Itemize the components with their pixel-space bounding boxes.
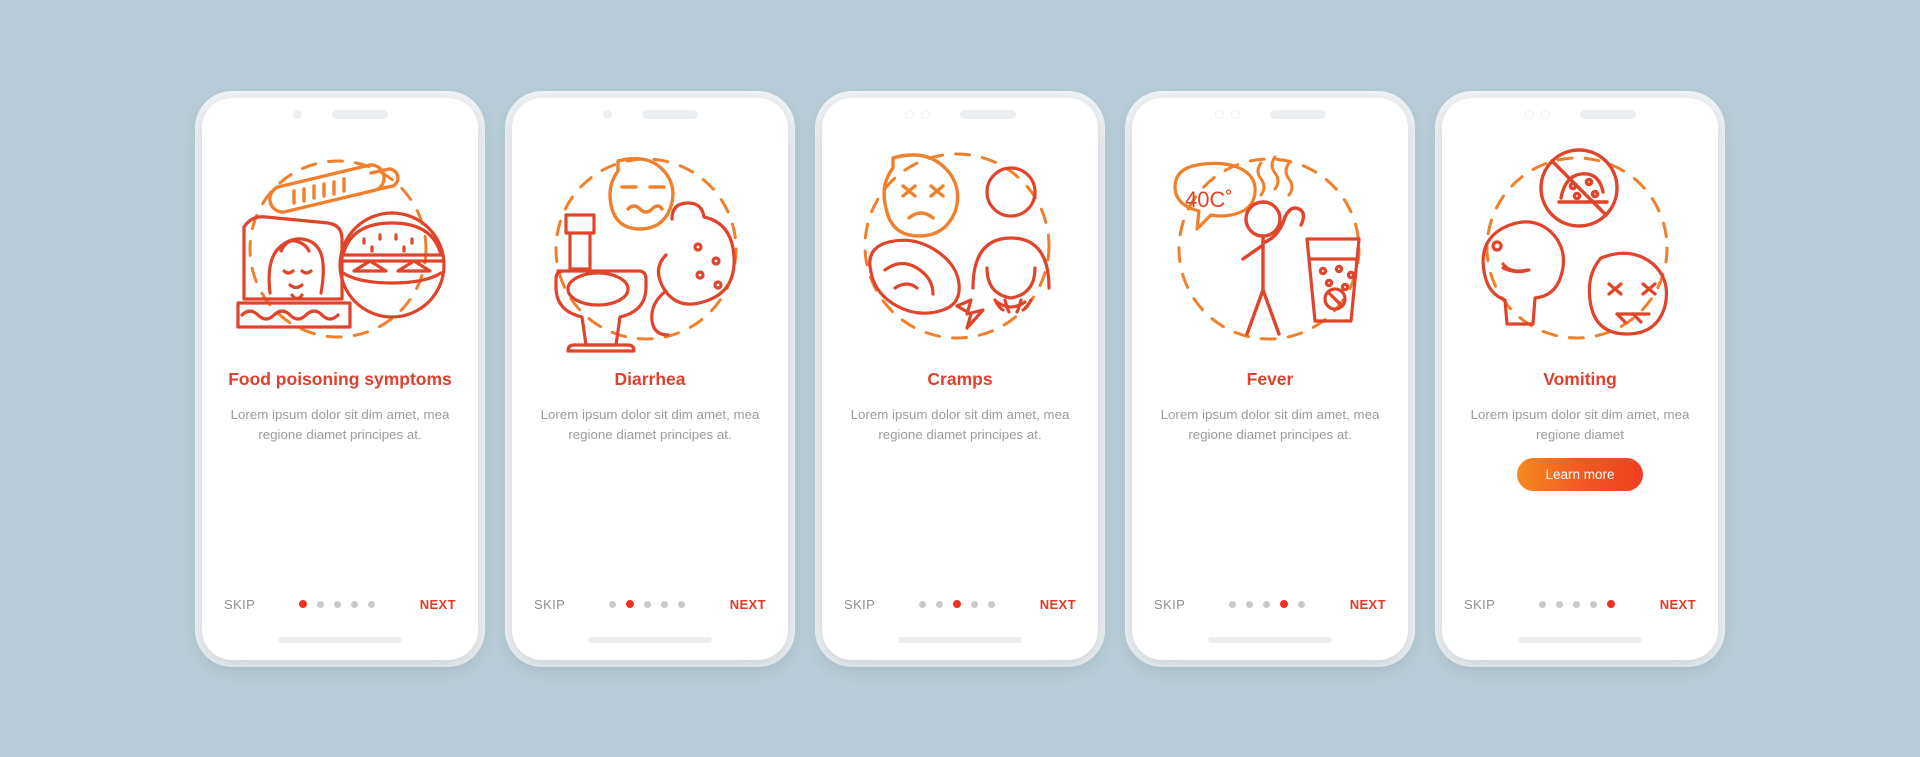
onboarding-screen-diarrhea: Diarrhea Lorem ipsum dolor sit dim amet,… — [512, 97, 788, 660]
onboarding-navigation: SKIP NEXT — [512, 597, 788, 620]
pagination-dot-1[interactable] — [609, 600, 617, 608]
pagination-dot-1[interactable] — [299, 600, 308, 608]
pagination-dot-5[interactable] — [678, 600, 686, 608]
home-indicator — [588, 636, 712, 643]
learn-more-button[interactable]: Learn more — [1517, 457, 1643, 491]
sad-face-person-holding-belly-intestine-icon — [822, 132, 1098, 364]
screen-description: Lorem ipsum dolor sit dim amet, mea regi… — [540, 406, 760, 443]
pagination-dot-2[interactable] — [936, 600, 944, 608]
pagination-dot-5[interactable] — [368, 600, 376, 608]
status-bar — [512, 98, 788, 132]
pagination-dot-1[interactable] — [919, 600, 927, 608]
status-bar — [1132, 98, 1408, 132]
status-bar — [1442, 98, 1718, 132]
onboarding-screen-fever: 40C˚ Fever Lorem ipsum dolor sit dim ame… — [1132, 97, 1408, 660]
sensor-ring-icon — [1540, 110, 1550, 119]
pagination-dots — [1539, 600, 1616, 608]
pagination-dots — [1229, 600, 1306, 608]
no-food-sign-vomiting-head-sick-face-icon — [1442, 132, 1718, 364]
skip-button[interactable]: SKIP — [844, 597, 875, 612]
onboarding-navigation: SKIP NEXT — [1442, 597, 1718, 620]
pagination-dot-2[interactable] — [626, 600, 635, 608]
status-bar-pill — [331, 110, 388, 119]
home-indicator-wrapper — [512, 620, 788, 660]
pagination-dot-5[interactable] — [1607, 600, 1616, 608]
screen-description: Lorem ipsum dolor sit dim amet, mea regi… — [1470, 406, 1690, 443]
status-bar-pill — [1269, 110, 1326, 119]
next-button[interactable]: NEXT — [1350, 597, 1386, 612]
screen-description: Lorem ipsum dolor sit dim amet, mea regi… — [850, 406, 1070, 443]
next-button[interactable]: NEXT — [1660, 597, 1696, 612]
skip-button[interactable]: SKIP — [1154, 597, 1185, 612]
sensor-ring-icon — [1230, 110, 1240, 119]
skip-button[interactable]: SKIP — [1464, 597, 1495, 612]
home-indicator — [278, 636, 402, 643]
home-indicator-wrapper — [1132, 620, 1408, 660]
pagination-dot-4[interactable] — [1590, 600, 1598, 608]
pagination-dot-4[interactable] — [971, 600, 979, 608]
pagination-dot-3[interactable] — [644, 600, 652, 608]
fever-bubble-label: 40C˚ — [1185, 187, 1233, 212]
skip-button[interactable]: SKIP — [534, 597, 565, 612]
skip-button[interactable]: SKIP — [224, 597, 255, 612]
person-with-40c-speech-bubble-and-hot-drink-icon: 40C˚ — [1132, 132, 1408, 364]
pagination-dot-3[interactable] — [1573, 600, 1581, 608]
cta-wrapper: Learn more — [1442, 457, 1718, 491]
camera-ring-icon — [1524, 110, 1534, 119]
screen-title: Fever — [1246, 368, 1294, 389]
screen-title: Vomiting — [1543, 368, 1617, 389]
home-indicator — [898, 636, 1022, 643]
onboarding-screen-food-poisoning-symptoms: Food poisoning symptoms Lorem ipsum dolo… — [202, 97, 478, 660]
home-indicator — [1208, 636, 1332, 643]
home-indicator — [1518, 636, 1642, 643]
pagination-dot-2[interactable] — [1556, 600, 1564, 608]
pagination-dot-3[interactable] — [1263, 600, 1271, 608]
pagination-dot-2[interactable] — [317, 600, 325, 608]
status-bar — [202, 98, 478, 132]
onboarding-navigation: SKIP NEXT — [202, 597, 478, 620]
pagination-dot-3[interactable] — [953, 600, 962, 608]
sensor-ring-icon — [920, 110, 930, 119]
screen-description: Lorem ipsum dolor sit dim amet, mea regi… — [230, 406, 450, 443]
onboarding-screens-container: Food poisoning symptoms Lorem ipsum dolo… — [0, 0, 1920, 757]
next-button[interactable]: NEXT — [730, 597, 766, 612]
screen-title: Food poisoning symptoms — [228, 368, 452, 389]
home-indicator-wrapper — [822, 620, 1098, 660]
pagination-dot-4[interactable] — [351, 600, 359, 608]
home-indicator-wrapper — [1442, 620, 1718, 660]
onboarding-screen-vomiting: Vomiting Lorem ipsum dolor sit dim amet,… — [1442, 97, 1718, 660]
onboarding-navigation: SKIP NEXT — [822, 597, 1098, 620]
pagination-dots — [299, 600, 376, 608]
onboarding-navigation: SKIP NEXT — [1132, 597, 1408, 620]
pagination-dot-1[interactable] — [1539, 600, 1547, 608]
camera-dot-icon — [292, 110, 302, 119]
pagination-dot-5[interactable] — [988, 600, 996, 608]
camera-ring-icon — [904, 110, 914, 119]
status-bar — [822, 98, 1098, 132]
screen-title: Cramps — [927, 368, 993, 389]
screen-description: Lorem ipsum dolor sit dim amet, mea regi… — [1160, 406, 1380, 443]
pagination-dots — [609, 600, 686, 608]
pagination-dot-1[interactable] — [1229, 600, 1237, 608]
pagination-dot-2[interactable] — [1246, 600, 1254, 608]
next-button[interactable]: NEXT — [1040, 597, 1076, 612]
next-button[interactable]: NEXT — [420, 597, 456, 612]
screen-title: Diarrhea — [614, 368, 686, 389]
pagination-dot-4[interactable] — [661, 600, 669, 608]
camera-ring-icon — [1214, 110, 1224, 119]
home-indicator-wrapper — [202, 620, 478, 660]
onboarding-screen-cramps: Cramps Lorem ipsum dolor sit dim amet, m… — [822, 97, 1098, 660]
pagination-dot-3[interactable] — [334, 600, 342, 608]
pagination-dots — [919, 600, 996, 608]
status-bar-pill — [1579, 110, 1636, 119]
status-bar-pill — [641, 110, 698, 119]
status-bar-pill — [959, 110, 1016, 119]
pagination-dot-5[interactable] — [1298, 600, 1306, 608]
camera-dot-icon — [602, 110, 612, 119]
sick-woman-in-bed-thermometer-burger-icon — [202, 132, 478, 364]
pagination-dot-4[interactable] — [1280, 600, 1289, 608]
toilet-nauseous-face-stomach-icon — [512, 132, 788, 364]
